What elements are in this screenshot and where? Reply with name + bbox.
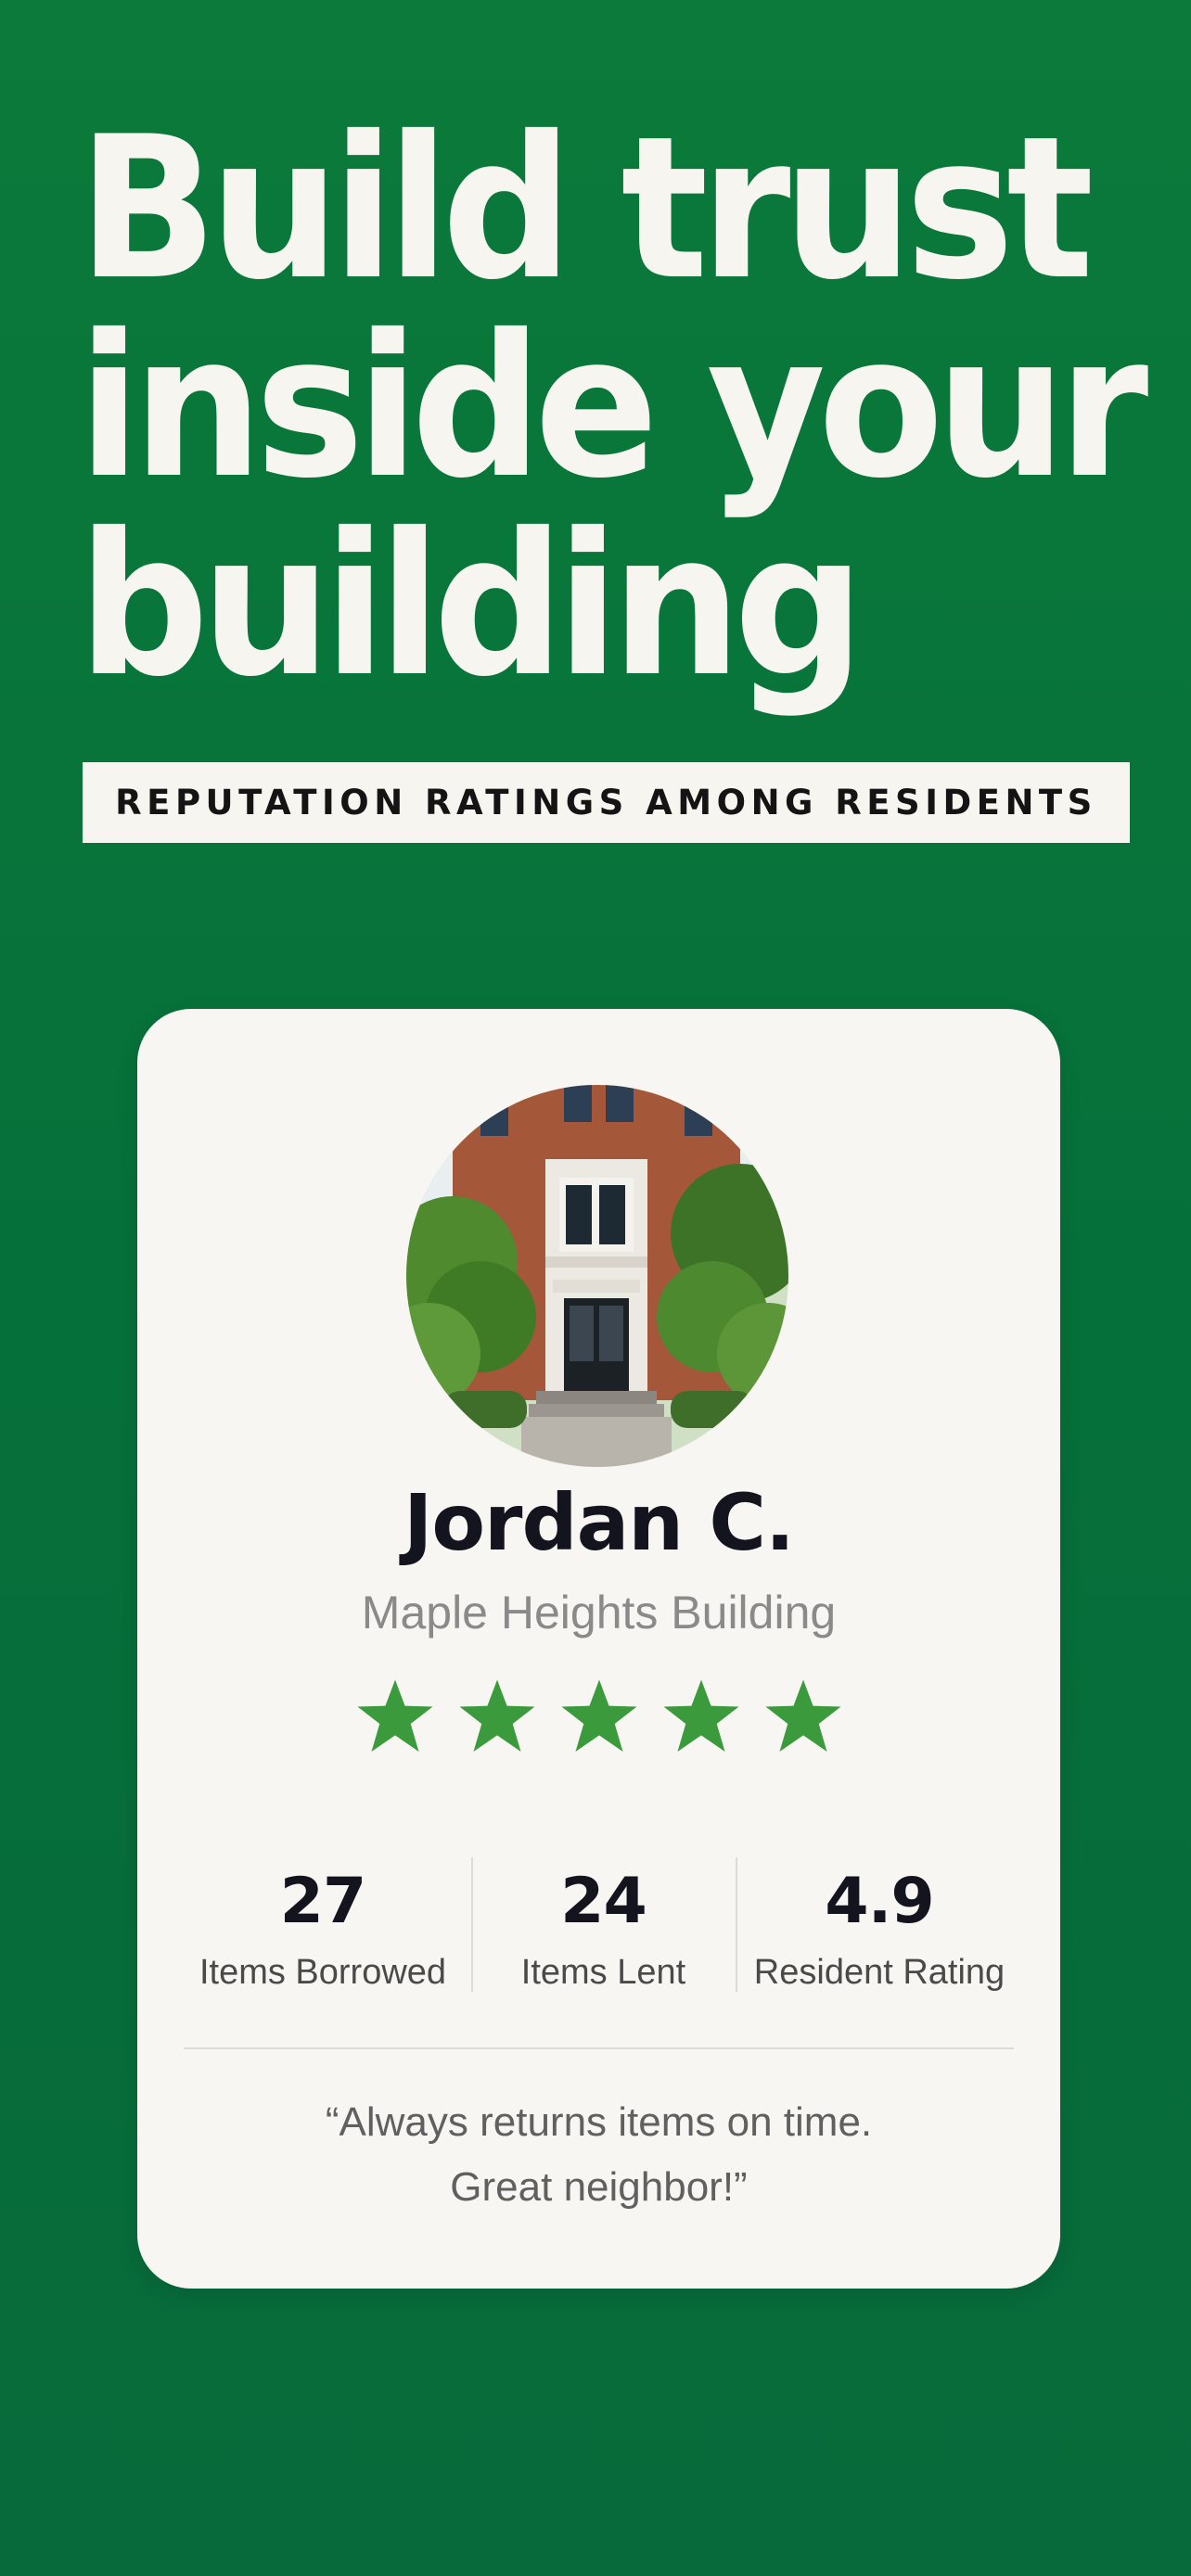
stat-divider xyxy=(736,1857,737,1992)
quote-line-1: “Always returns items on time. xyxy=(325,2099,873,2145)
profile-name: Jordan C. xyxy=(403,1477,795,1568)
avatar xyxy=(406,1085,788,1467)
stat-value: 27 xyxy=(279,1865,367,1938)
stat-resident-rating: 4.9 Resident Rating xyxy=(736,1857,1023,1992)
headline-line-1: Build trust xyxy=(78,94,1094,323)
profile-card: Jordan C. Maple Heights Building 27 Item… xyxy=(137,1009,1060,2289)
star-icon xyxy=(357,1679,432,1752)
star-icon xyxy=(663,1679,738,1752)
subtitle-banner: REPUTATION RATINGS AMONG RESIDENTS xyxy=(83,762,1130,843)
headline-line-3: building xyxy=(78,491,864,720)
review-quote: “Always returns items on time. Great nei… xyxy=(137,2090,1060,2220)
star-icon xyxy=(765,1679,840,1752)
building-photo-icon xyxy=(406,1085,788,1467)
subtitle-text: REPUTATION RATINGS AMONG RESIDENTS xyxy=(115,783,1097,823)
stat-items-borrowed: 27 Items Borrowed xyxy=(174,1857,471,1992)
stat-label: Items Lent xyxy=(520,1953,686,1992)
stat-items-lent: 24 Items Lent xyxy=(471,1857,736,1992)
stat-divider xyxy=(471,1857,473,1992)
stat-label: Items Borrowed xyxy=(198,1953,447,1992)
quote-line-2: Great neighbor!” xyxy=(450,2164,748,2210)
star-rating xyxy=(137,1677,1060,1758)
stat-value: 24 xyxy=(560,1865,647,1938)
star-icon xyxy=(459,1679,534,1752)
section-divider xyxy=(184,2047,1014,2049)
stat-value: 4.9 xyxy=(825,1865,934,1938)
headline: Build trust inside your building xyxy=(78,94,1148,720)
profile-building: Maple Heights Building xyxy=(361,1587,837,1639)
headline-line-2: inside your xyxy=(78,292,1148,521)
stat-label: Resident Rating xyxy=(753,1953,1005,1992)
star-icon xyxy=(561,1679,636,1752)
stats-row: 27 Items Borrowed 24 Items Lent 4.9 Resi… xyxy=(174,1857,1023,1992)
